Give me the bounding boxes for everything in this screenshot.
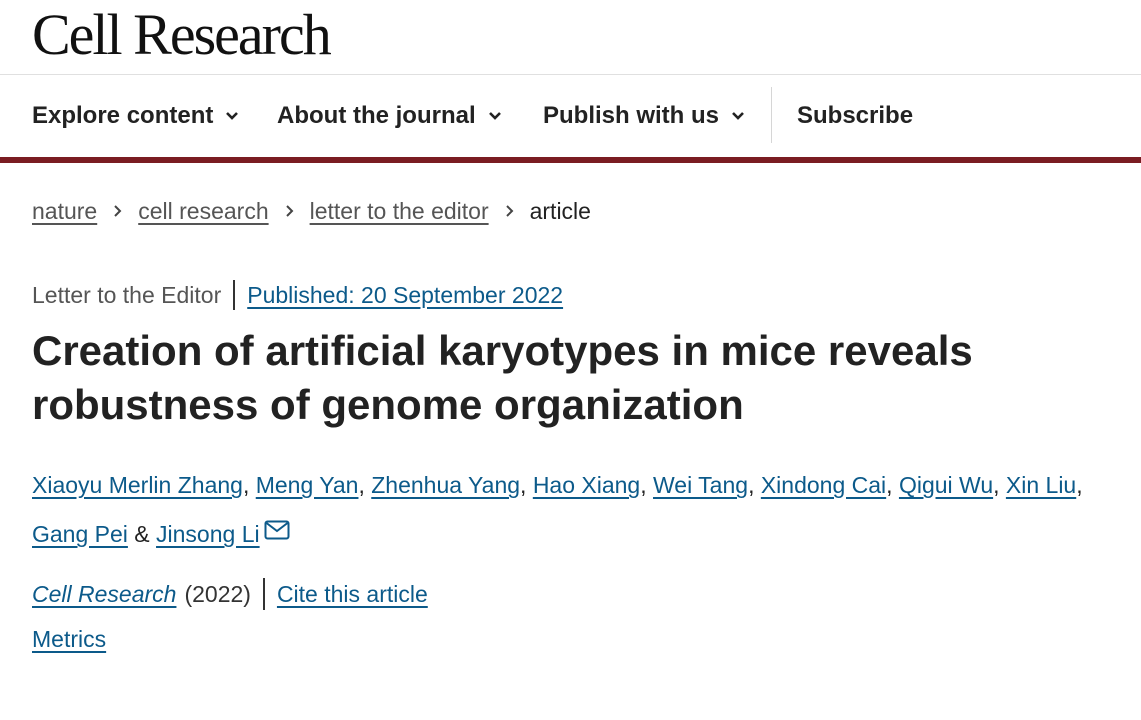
author-separator: ,	[993, 472, 1006, 498]
accent-bar	[0, 157, 1141, 163]
chevron-right-icon	[285, 204, 294, 218]
nav-item-label: Publish with us	[543, 102, 720, 129]
cite-article-link[interactable]: Cite this article	[277, 581, 428, 608]
chevron-down-icon	[225, 111, 239, 121]
nav-explore-content[interactable]: Explore content	[32, 75, 239, 157]
author-link[interactable]: Xin Liu	[1006, 472, 1076, 498]
author-link[interactable]: Wei Tang	[653, 472, 748, 498]
chevron-down-icon	[731, 111, 745, 121]
author-separator: ,	[640, 472, 654, 498]
site-header: Cell Research	[0, 0, 1141, 75]
subscribe-link[interactable]: Subscribe	[797, 75, 913, 157]
author-separator: ,	[1076, 472, 1083, 498]
publication-year: (2022)	[184, 580, 251, 607]
author-link[interactable]: Gang Pei	[32, 521, 128, 547]
author-separator: ,	[748, 472, 761, 498]
chevron-right-icon	[505, 204, 514, 218]
article-type: Letter to the Editor	[32, 281, 222, 308]
author-list: Xiaoyu Merlin Zhang, Meng Yan, Zhenhua Y…	[32, 462, 1122, 558]
journal-link[interactable]: Cell Research	[32, 581, 176, 608]
citation-line: Cell Research (2022) Cite this article	[32, 578, 428, 610]
author-link[interactable]: Xindong Cai	[761, 472, 886, 498]
citation-divider	[262, 578, 265, 610]
main-nav: Explore content About the journal Publis…	[0, 75, 1141, 157]
breadcrumb-link-letter[interactable]: letter to the editor	[310, 198, 489, 225]
nav-divider	[771, 87, 772, 143]
author-link[interactable]: Jinsong Li	[156, 521, 260, 547]
breadcrumb-link-nature[interactable]: nature	[32, 198, 97, 225]
author-separator: ,	[886, 472, 899, 498]
author-link[interactable]: Qigui Wu	[899, 472, 993, 498]
chevron-right-icon	[113, 204, 122, 218]
nav-publish-with-us[interactable]: Publish with us	[543, 75, 745, 157]
author-separator: ,	[358, 472, 372, 498]
article-title: Creation of artificial karyotypes in mic…	[32, 327, 973, 428]
breadcrumb: nature cell research letter to the edito…	[32, 196, 591, 226]
breadcrumb-current: article	[529, 197, 591, 224]
author-link[interactable]: Hao Xiang	[533, 472, 640, 498]
author-link[interactable]: Xiaoyu Merlin Zhang	[32, 472, 243, 498]
author-separator: ,	[242, 472, 256, 498]
author-separator: &	[127, 521, 157, 547]
journal-logo[interactable]: Cell Research	[32, 0, 332, 70]
meta-divider	[233, 280, 236, 310]
author-separator: ,	[520, 472, 533, 498]
nav-item-label: About the journal	[277, 102, 476, 129]
metrics-section: Metrics	[32, 626, 106, 653]
author-link[interactable]: Meng Yan	[256, 472, 359, 498]
author-link[interactable]: Zhenhua Yang	[371, 472, 520, 498]
mail-icon[interactable]	[264, 509, 290, 556]
chevron-down-icon	[488, 111, 502, 121]
article-meta: Letter to the Editor Published: 20 Septe…	[32, 280, 563, 310]
breadcrumb-link-cell-research[interactable]: cell research	[138, 198, 268, 225]
nav-item-label: Explore content	[32, 102, 214, 129]
metrics-link[interactable]: Metrics	[32, 626, 106, 652]
nav-about-journal[interactable]: About the journal	[277, 75, 502, 157]
subscribe-label: Subscribe	[797, 102, 914, 129]
published-date-link[interactable]: Published: 20 September 2022	[247, 282, 563, 309]
